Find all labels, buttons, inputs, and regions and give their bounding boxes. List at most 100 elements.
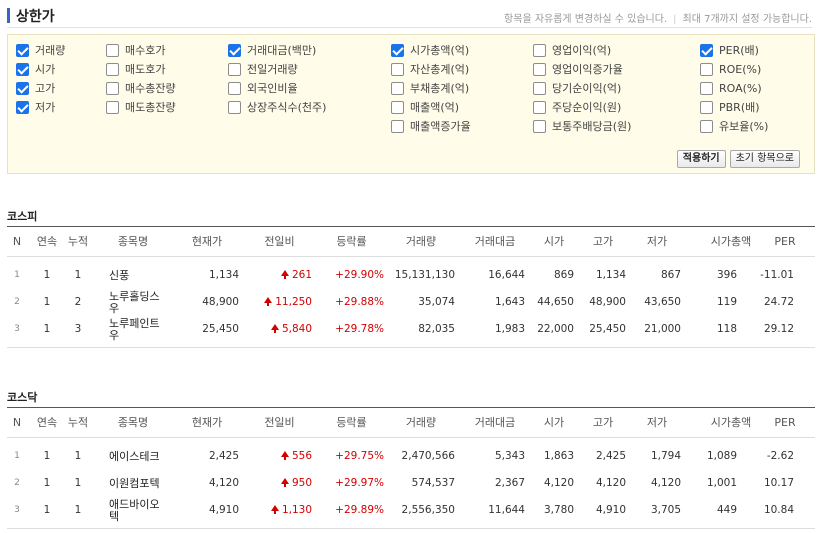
option-label: 거래량 bbox=[35, 44, 66, 57]
stock-name-link[interactable]: 신풍 bbox=[109, 262, 169, 289]
option-item[interactable]: 영업이익(억) bbox=[533, 42, 611, 58]
kospi-table-bottom-line bbox=[7, 343, 815, 348]
checkbox[interactable] bbox=[106, 100, 119, 114]
option-item[interactable]: 주당순이익(원) bbox=[533, 99, 621, 115]
option-item[interactable]: 고가 bbox=[16, 80, 55, 96]
column-header: 등락률 bbox=[336, 235, 367, 248]
option-item[interactable]: 유보율(%) bbox=[700, 118, 768, 134]
option-label: 매도총잔량 bbox=[125, 101, 176, 114]
cell-mcap: 1,089 bbox=[706, 450, 737, 462]
checkbox[interactable] bbox=[700, 119, 713, 133]
notice-left: 항목을 자유롭게 변경하실 수 있습니다. bbox=[504, 14, 668, 25]
change-value: 556 bbox=[291, 450, 312, 462]
cell-price: 4,910 bbox=[208, 504, 239, 516]
checkbox[interactable] bbox=[391, 100, 404, 114]
checkbox[interactable] bbox=[533, 62, 546, 76]
cell-high: 25,450 bbox=[589, 323, 626, 335]
checkbox[interactable] bbox=[106, 43, 119, 57]
checkbox[interactable] bbox=[391, 81, 404, 95]
checkbox[interactable] bbox=[391, 62, 404, 76]
stock-name-link[interactable]: 에이스테크 bbox=[109, 443, 169, 470]
cell-per: -11.01 bbox=[760, 269, 794, 281]
cell-volume: 82,035 bbox=[418, 323, 455, 335]
cell-rate: +29.97% bbox=[335, 477, 384, 489]
cell-price: 25,450 bbox=[202, 323, 239, 335]
option-item[interactable]: 자산총계(억) bbox=[391, 61, 469, 77]
checkbox[interactable] bbox=[228, 62, 241, 76]
option-label: 영업이익(억) bbox=[552, 44, 612, 57]
checkbox-checked[interactable] bbox=[16, 62, 29, 76]
checkbox-checked[interactable] bbox=[16, 43, 29, 57]
checkbox[interactable] bbox=[700, 81, 713, 95]
checkbox[interactable] bbox=[700, 100, 713, 114]
checkbox[interactable] bbox=[533, 43, 546, 57]
up-arrow-icon bbox=[270, 505, 279, 514]
option-item[interactable]: ROA(%) bbox=[700, 80, 762, 96]
cell-per: -2.62 bbox=[766, 450, 794, 462]
checkbox[interactable] bbox=[533, 81, 546, 95]
column-header: 전일비 bbox=[264, 235, 295, 248]
cell-mcap: 449 bbox=[716, 504, 737, 516]
checkbox-checked[interactable] bbox=[16, 100, 29, 114]
option-label: 유보율(%) bbox=[719, 120, 769, 133]
option-item[interactable]: 전일거래량 bbox=[228, 61, 298, 77]
option-item[interactable]: 매출액(억) bbox=[391, 99, 459, 115]
stock-name-link[interactable]: 이원컴포텍 bbox=[109, 470, 169, 497]
option-item[interactable]: 영업이익증가율 bbox=[533, 61, 623, 77]
option-item[interactable]: 거래대금(백만) bbox=[228, 42, 316, 58]
apply-button[interactable]: 적용하기 bbox=[676, 150, 726, 168]
stock-name-link[interactable]: 노루홀딩스우 bbox=[109, 289, 169, 316]
checkbox-checked[interactable] bbox=[391, 43, 404, 57]
checkbox[interactable] bbox=[700, 62, 713, 76]
cell-low: 21,000 bbox=[644, 323, 681, 335]
checkbox-checked[interactable] bbox=[700, 43, 713, 57]
checkbox[interactable] bbox=[228, 81, 241, 95]
kosdaq-table-bottom-line bbox=[7, 524, 815, 529]
stock-name-link[interactable]: 노루페인트우 bbox=[109, 316, 169, 343]
checkbox[interactable] bbox=[228, 100, 241, 114]
cell-volume: 15,131,130 bbox=[394, 269, 455, 281]
cell-rate: +29.75% bbox=[335, 450, 384, 462]
checkbox[interactable] bbox=[533, 100, 546, 114]
cell-streak: 1 bbox=[43, 296, 51, 308]
cell-per: 29.12 bbox=[763, 323, 794, 335]
option-item[interactable]: 매수총잔량 bbox=[106, 80, 176, 96]
option-label: 매수총잔량 bbox=[125, 82, 176, 95]
option-item[interactable]: PBR(배) bbox=[700, 99, 760, 115]
option-item[interactable]: ROE(%) bbox=[700, 61, 761, 77]
option-item[interactable]: 매도호가 bbox=[106, 61, 165, 77]
option-item[interactable]: 상장주식수(천주) bbox=[228, 99, 326, 115]
option-item[interactable]: 부채총계(억) bbox=[391, 80, 469, 96]
column-header: N bbox=[12, 416, 22, 429]
stock-name-link[interactable]: 애드바이오텍 bbox=[109, 497, 169, 524]
checkbox-checked[interactable] bbox=[16, 81, 29, 95]
option-label: 저가 bbox=[35, 101, 56, 114]
cell-mcap: 1,001 bbox=[706, 477, 737, 489]
checkbox[interactable] bbox=[533, 119, 546, 133]
cell-cum: 1 bbox=[74, 504, 82, 516]
cell-amount: 1,643 bbox=[494, 296, 525, 308]
reset-button[interactable]: 초기 항목으로 bbox=[729, 150, 800, 168]
checkbox[interactable] bbox=[106, 62, 119, 76]
option-item[interactable]: 거래량 bbox=[16, 42, 65, 58]
option-label: 당기순이익(억) bbox=[552, 82, 622, 95]
option-item[interactable]: 외국인비율 bbox=[228, 80, 298, 96]
option-item[interactable]: 매수호가 bbox=[106, 42, 165, 58]
cell-streak: 1 bbox=[43, 504, 51, 516]
title-bar: 상한가 항목을 자유롭게 변경하실 수 있습니다. | 최대 7개까지 설정 가능합… bbox=[7, 6, 812, 28]
option-item[interactable]: 저가 bbox=[16, 99, 55, 115]
option-label: 보통주배당금(원) bbox=[552, 120, 632, 133]
cell-open: 4,120 bbox=[543, 477, 574, 489]
checkbox[interactable] bbox=[391, 119, 404, 133]
option-item[interactable]: 매출액증가율 bbox=[391, 118, 471, 134]
option-item[interactable]: PER(배) bbox=[700, 42, 759, 58]
option-item[interactable]: 보통주배당금(원) bbox=[533, 118, 631, 134]
option-item[interactable]: 매도총잔량 bbox=[106, 99, 176, 115]
notice-separator: | bbox=[673, 14, 677, 25]
option-item[interactable]: 시가 bbox=[16, 61, 55, 77]
checkbox-checked[interactable] bbox=[228, 43, 241, 57]
option-item[interactable]: 당기순이익(억) bbox=[533, 80, 621, 96]
column-header: 시가총액 bbox=[710, 235, 752, 248]
option-item[interactable]: 시가총액(억) bbox=[391, 42, 469, 58]
checkbox[interactable] bbox=[106, 81, 119, 95]
